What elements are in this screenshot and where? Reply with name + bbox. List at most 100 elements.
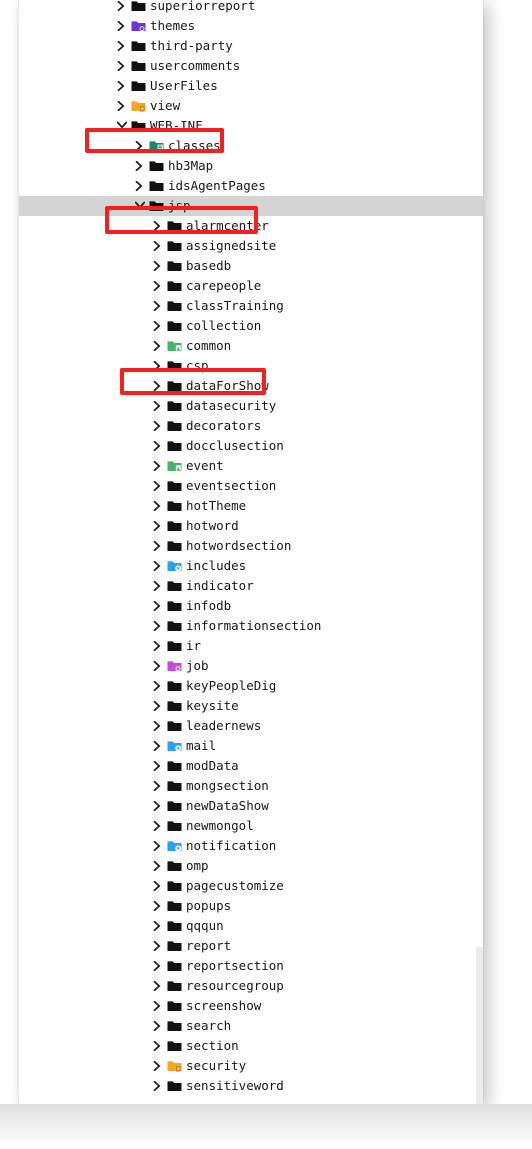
- chevron-right-icon[interactable]: [115, 16, 127, 36]
- tree-item-collection[interactable]: collection: [19, 316, 483, 336]
- tree-item-resourcegroup[interactable]: resourcegroup: [19, 976, 483, 996]
- tree-item-search[interactable]: search: [19, 1016, 483, 1036]
- chevron-right-icon[interactable]: [151, 216, 163, 236]
- tree-item-ir[interactable]: ir: [19, 636, 483, 656]
- tree-item-userfiles[interactable]: UserFiles: [19, 76, 483, 96]
- tree-item-sensitiveword[interactable]: sensitiveword: [19, 1076, 483, 1096]
- tree-item-leadernews[interactable]: leadernews: [19, 716, 483, 736]
- tree-item-decorators[interactable]: decorators: [19, 416, 483, 436]
- chevron-right-icon[interactable]: [115, 0, 127, 16]
- tree-item-keysite[interactable]: keysite: [19, 696, 483, 716]
- chevron-right-icon[interactable]: [115, 96, 127, 116]
- chevron-right-icon[interactable]: [115, 56, 127, 76]
- tree-item-moddata[interactable]: modData: [19, 756, 483, 776]
- chevron-right-icon[interactable]: [151, 796, 163, 816]
- tree-item-view[interactable]: view: [19, 96, 483, 116]
- tree-item-web-inf[interactable]: WEB-INF: [19, 116, 483, 136]
- tree-item-indicator[interactable]: indicator: [19, 576, 483, 596]
- tree-item-idsagentpages[interactable]: idsAgentPages: [19, 176, 483, 196]
- chevron-right-icon[interactable]: [151, 816, 163, 836]
- chevron-right-icon[interactable]: [151, 636, 163, 656]
- chevron-right-icon[interactable]: [151, 356, 163, 376]
- chevron-right-icon[interactable]: [151, 716, 163, 736]
- tree-item-includes[interactable]: includes: [19, 556, 483, 576]
- chevron-right-icon[interactable]: [151, 756, 163, 776]
- tree-item-jsp[interactable]: jsp: [19, 196, 483, 216]
- tree-item-usercomments[interactable]: usercomments: [19, 56, 483, 76]
- chevron-right-icon[interactable]: [151, 896, 163, 916]
- tree-item-hotword[interactable]: hotword: [19, 516, 483, 536]
- chevron-right-icon[interactable]: [151, 236, 163, 256]
- tree-item-mongsection[interactable]: mongsection: [19, 776, 483, 796]
- tree-item-omp[interactable]: omp: [19, 856, 483, 876]
- chevron-right-icon[interactable]: [151, 956, 163, 976]
- tree-item-themes[interactable]: themes: [19, 16, 483, 36]
- chevron-down-icon[interactable]: [115, 116, 127, 136]
- chevron-right-icon[interactable]: [151, 1076, 163, 1096]
- vertical-scrollbar[interactable]: [476, 947, 483, 1104]
- chevron-right-icon[interactable]: [151, 376, 163, 396]
- chevron-right-icon[interactable]: [151, 856, 163, 876]
- chevron-right-icon[interactable]: [151, 436, 163, 456]
- chevron-right-icon[interactable]: [133, 176, 145, 196]
- tree-item-keypeopledig[interactable]: keyPeopleDig: [19, 676, 483, 696]
- chevron-right-icon[interactable]: [151, 736, 163, 756]
- tree-item-common[interactable]: common: [19, 336, 483, 356]
- tree-item-newmongol[interactable]: newmongol: [19, 816, 483, 836]
- chevron-right-icon[interactable]: [151, 536, 163, 556]
- chevron-right-icon[interactable]: [133, 136, 145, 156]
- tree-item-notification[interactable]: notification: [19, 836, 483, 856]
- tree-item-newdatashow[interactable]: newDataShow: [19, 796, 483, 816]
- tree-item-popups[interactable]: popups: [19, 896, 483, 916]
- chevron-right-icon[interactable]: [151, 876, 163, 896]
- chevron-right-icon[interactable]: [151, 256, 163, 276]
- tree-item-eventsection[interactable]: eventsection: [19, 476, 483, 496]
- chevron-right-icon[interactable]: [151, 976, 163, 996]
- tree-item-superiorreport[interactable]: superiorreport: [19, 0, 483, 16]
- chevron-right-icon[interactable]: [151, 916, 163, 936]
- chevron-right-icon[interactable]: [151, 1056, 163, 1076]
- chevron-right-icon[interactable]: [151, 416, 163, 436]
- chevron-right-icon[interactable]: [133, 156, 145, 176]
- chevron-down-icon[interactable]: [133, 196, 145, 216]
- chevron-right-icon[interactable]: [151, 696, 163, 716]
- tree-item-screenshow[interactable]: screenshow: [19, 996, 483, 1016]
- chevron-right-icon[interactable]: [151, 1036, 163, 1056]
- chevron-right-icon[interactable]: [151, 596, 163, 616]
- chevron-right-icon[interactable]: [151, 1016, 163, 1036]
- tree-item-qqqun[interactable]: qqqun: [19, 916, 483, 936]
- tree-item-pagecustomize[interactable]: pagecustomize: [19, 876, 483, 896]
- tree-item-csp[interactable]: csp: [19, 356, 483, 376]
- tree-item-infodb[interactable]: infodb: [19, 596, 483, 616]
- chevron-right-icon[interactable]: [151, 776, 163, 796]
- chevron-right-icon[interactable]: [151, 516, 163, 536]
- tree-item-section[interactable]: section: [19, 1036, 483, 1056]
- tree-item-job[interactable]: job: [19, 656, 483, 676]
- tree-item-reportsection[interactable]: reportsection: [19, 956, 483, 976]
- tree-item-report[interactable]: report: [19, 936, 483, 956]
- chevron-right-icon[interactable]: [115, 36, 127, 56]
- tree-item-hotwordsection[interactable]: hotwordsection: [19, 536, 483, 556]
- chevron-right-icon[interactable]: [151, 396, 163, 416]
- tree-item-classtraining[interactable]: classTraining: [19, 296, 483, 316]
- chevron-right-icon[interactable]: [151, 936, 163, 956]
- chevron-right-icon[interactable]: [115, 76, 127, 96]
- chevron-right-icon[interactable]: [151, 296, 163, 316]
- tree-item-dataforshow[interactable]: dataForShow: [19, 376, 483, 396]
- chevron-right-icon[interactable]: [151, 316, 163, 336]
- chevron-right-icon[interactable]: [151, 556, 163, 576]
- tree-item-informationsection[interactable]: informationsection: [19, 616, 483, 636]
- tree-item-docclusection[interactable]: docclusection: [19, 436, 483, 456]
- tree-item-assignedsite[interactable]: assignedsite: [19, 236, 483, 256]
- chevron-right-icon[interactable]: [151, 836, 163, 856]
- tree-item-third-party[interactable]: third-party: [19, 36, 483, 56]
- chevron-right-icon[interactable]: [151, 456, 163, 476]
- chevron-right-icon[interactable]: [151, 676, 163, 696]
- tree-item-mail[interactable]: mail: [19, 736, 483, 756]
- chevron-right-icon[interactable]: [151, 996, 163, 1016]
- tree-item-security[interactable]: security: [19, 1056, 483, 1076]
- tree-item-hottheme[interactable]: hotTheme: [19, 496, 483, 516]
- chevron-right-icon[interactable]: [151, 656, 163, 676]
- chevron-right-icon[interactable]: [151, 276, 163, 296]
- tree-item-event[interactable]: event: [19, 456, 483, 476]
